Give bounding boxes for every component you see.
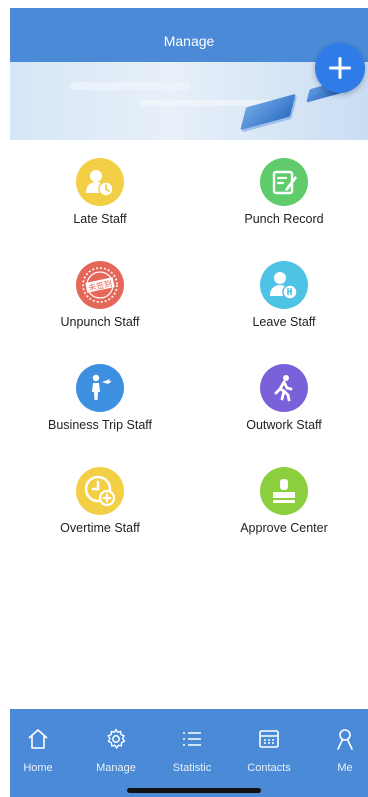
menu-item-business-trip-staff[interactable]: Business Trip Staff [20, 356, 180, 446]
late-staff-icon [76, 158, 124, 206]
menu-item-approve-center[interactable]: Approve Center [204, 459, 364, 549]
leave-staff-icon [260, 261, 308, 309]
gear-icon [107, 728, 126, 749]
outwork-staff-icon [260, 364, 308, 412]
tab-statistic[interactable]: Statistic [162, 709, 222, 787]
menu-item-unpunch-staff[interactable]: 未签到 Unpunch Staff [20, 253, 180, 343]
header: Manage [10, 8, 368, 140]
add-button[interactable] [315, 43, 365, 93]
menu-item-label: Outwork Staff [246, 418, 322, 432]
business-trip-icon [76, 364, 124, 412]
tab-label: Home [23, 762, 53, 774]
tab-label: Me [337, 762, 353, 774]
punch-record-icon [260, 158, 308, 206]
plus-icon [329, 57, 351, 79]
home-indicator [127, 788, 261, 793]
tab-manage[interactable]: Manage [86, 709, 146, 787]
list-icon [183, 732, 201, 746]
menu-item-label: Overtime Staff [60, 521, 140, 535]
tab-label: Statistic [172, 762, 212, 774]
menu-item-leave-staff[interactable]: Leave Staff [204, 253, 364, 343]
tab-me[interactable]: Me [315, 709, 368, 787]
page-title: Manage [163, 33, 215, 49]
home-icon [28, 729, 48, 749]
menu-item-label: Punch Record [244, 212, 324, 226]
contacts-icon [259, 730, 279, 748]
unpunch-staff-icon: 未签到 [76, 261, 124, 309]
menu-item-label: Unpunch Staff [60, 315, 140, 329]
menu-item-label: Late Staff [73, 212, 127, 226]
menu-item-late-staff[interactable]: Late Staff [20, 150, 180, 240]
tab-contacts[interactable]: Contacts [239, 709, 299, 787]
tab-home[interactable]: Home [8, 709, 68, 787]
menu-item-outwork-staff[interactable]: Outwork Staff [204, 356, 364, 446]
menu-item-label: Approve Center [240, 521, 328, 535]
approve-center-icon [260, 467, 308, 515]
person-icon [337, 729, 353, 750]
menu-item-label: Leave Staff [252, 315, 316, 329]
menu-item-punch-record[interactable]: Punch Record [204, 150, 364, 240]
tab-label: Manage [96, 762, 136, 774]
menu-item-overtime-staff[interactable]: Overtime Staff [20, 459, 180, 549]
overtime-staff-icon [76, 467, 124, 515]
banner-image [10, 62, 368, 140]
bottom-tab-bar: Home Manage Statistic Contacts Me [10, 709, 368, 797]
tab-label: Contacts [247, 762, 291, 774]
menu-item-label: Business Trip Staff [48, 418, 152, 432]
